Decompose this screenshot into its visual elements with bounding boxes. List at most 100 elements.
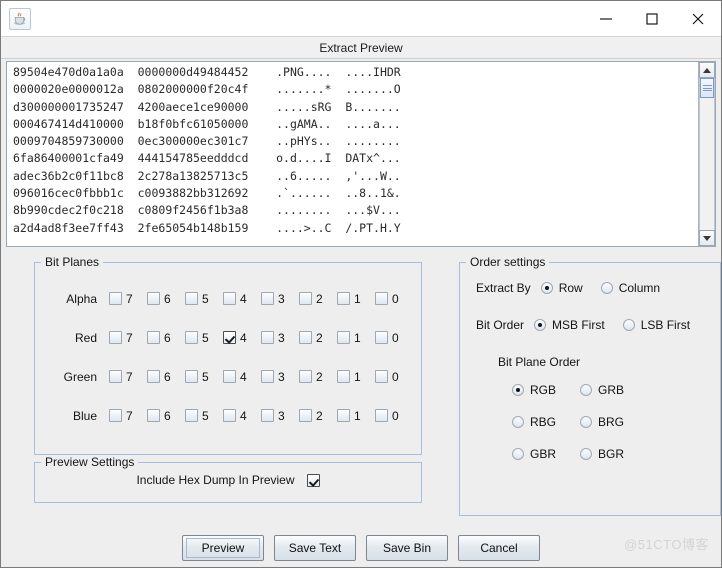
- checkbox-alpha-bit-2[interactable]: [299, 292, 312, 305]
- minimize-button[interactable]: [583, 2, 629, 36]
- bit-plane-order-option-gbr[interactable]: GBR: [512, 447, 580, 461]
- checkbox-red-bit-3[interactable]: [261, 331, 274, 344]
- checkbox-green-bit-3[interactable]: [261, 370, 274, 383]
- bit-number-label: 4: [240, 408, 247, 423]
- bit-plane-order-option-grb[interactable]: GRB: [580, 383, 648, 397]
- bit-plane-channel-label: Red: [74, 330, 97, 345]
- checkbox-red-bit-1[interactable]: [337, 331, 350, 344]
- left-settings-column: Bit Planes Alpha 7 6 5 4 3 2 1 0 Red 7 6 5 4 3 2 1 0 Green…: [34, 255, 422, 521]
- hex-dump-line: 6fa86400001cfa49 444154785eedddcd o.d...…: [13, 151, 401, 166]
- bit-order-option-lsb-first[interactable]: LSB First: [622, 318, 691, 332]
- checkbox-blue-bit-0[interactable]: [375, 409, 388, 422]
- bit-number-label: 4: [240, 330, 247, 345]
- hex-dump-scrollbar[interactable]: [698, 62, 715, 246]
- bit-cell: 5: [185, 331, 223, 345]
- bit-plane-order-option-rbg[interactable]: RBG: [512, 415, 580, 429]
- checkbox-red-bit-0[interactable]: [375, 331, 388, 344]
- scrollbar-thumb[interactable]: [700, 78, 714, 98]
- checkbox-green-bit-1[interactable]: [337, 370, 350, 383]
- radio-icon[interactable]: [512, 416, 524, 428]
- hex-dump-line: 0000020e0000012a 0802000000f20c4f ......…: [13, 82, 401, 97]
- bit-number-label: 6: [164, 369, 171, 384]
- checkbox-green-bit-2[interactable]: [299, 370, 312, 383]
- button-label: Cancel: [480, 541, 518, 555]
- button-label: Save Bin: [382, 541, 432, 555]
- radio-label: BRG: [598, 415, 625, 429]
- bit-plane-order-option-bgr[interactable]: BGR: [580, 447, 648, 461]
- bit-cell: 7: [109, 370, 147, 384]
- bit-planes-legend: Bit Planes: [45, 255, 100, 269]
- cancel-button[interactable]: Cancel: [458, 535, 540, 561]
- checkbox-alpha-bit-3[interactable]: [261, 292, 274, 305]
- button-label: Preview: [201, 541, 245, 555]
- checkbox-red-bit-5[interactable]: [185, 331, 198, 344]
- radio-icon[interactable]: [622, 319, 635, 331]
- bit-cell: 3: [261, 409, 299, 423]
- bit-plane-order-option-rgb[interactable]: RGB: [512, 383, 580, 397]
- radio-icon[interactable]: [580, 384, 592, 396]
- bit-cell: 6: [147, 331, 185, 345]
- bit-plane-channel-label: Alpha: [66, 291, 97, 306]
- extract-by-option-row[interactable]: Row: [540, 281, 583, 295]
- bit-number-label: 2: [316, 291, 323, 306]
- checkbox-blue-bit-5[interactable]: [185, 409, 198, 422]
- include-hex-dump-checkbox[interactable]: [306, 473, 320, 487]
- radio-label: LSB First: [640, 318, 691, 332]
- radio-icon[interactable]: [540, 282, 553, 294]
- checkbox-green-bit-7[interactable]: [109, 370, 122, 383]
- save-bin-button[interactable]: Save Bin: [366, 535, 448, 561]
- extract-by-option-column[interactable]: Column: [600, 281, 661, 295]
- include-hex-dump-label: Include Hex Dump In Preview: [136, 473, 295, 487]
- checkbox-blue-bit-3[interactable]: [261, 409, 274, 422]
- checkbox-blue-bit-7[interactable]: [109, 409, 122, 422]
- checkbox-red-bit-4[interactable]: [223, 331, 236, 344]
- bit-cell: 0: [375, 292, 413, 306]
- checkbox-red-bit-6[interactable]: [147, 331, 160, 344]
- java-coffee-cup-icon: [9, 7, 31, 30]
- checkbox-alpha-bit-4[interactable]: [223, 292, 236, 305]
- order-settings-legend: Order settings: [470, 255, 546, 269]
- radio-icon[interactable]: [512, 448, 524, 460]
- checkbox-red-bit-2[interactable]: [299, 331, 312, 344]
- hex-dump-text[interactable]: 89504e470d0a1a0a 0000000d49484452 .PNG..…: [7, 62, 698, 246]
- checkbox-blue-bit-1[interactable]: [337, 409, 350, 422]
- radio-icon[interactable]: [580, 448, 592, 460]
- scrollbar-track[interactable]: [699, 78, 715, 230]
- checkbox-blue-bit-2[interactable]: [299, 409, 312, 422]
- radio-icon[interactable]: [534, 319, 547, 331]
- button-label: Save Text: [288, 541, 342, 555]
- checkbox-blue-bit-6[interactable]: [147, 409, 160, 422]
- checkbox-green-bit-5[interactable]: [185, 370, 198, 383]
- bit-order-row: Bit Order MSB First LSB First: [476, 318, 720, 332]
- dialog-button-bar: Preview Save Text Save Bin Cancel: [1, 535, 721, 561]
- bit-number-label: 1: [354, 330, 361, 345]
- checkbox-green-bit-4[interactable]: [223, 370, 236, 383]
- checkbox-blue-bit-4[interactable]: [223, 409, 236, 422]
- radio-icon[interactable]: [600, 282, 613, 294]
- checkbox-alpha-bit-7[interactable]: [109, 292, 122, 305]
- bit-order-option-msb-first[interactable]: MSB First: [534, 318, 605, 332]
- radio-icon[interactable]: [580, 416, 592, 428]
- checkbox-alpha-bit-5[interactable]: [185, 292, 198, 305]
- radio-icon[interactable]: [512, 384, 524, 396]
- checkbox-green-bit-6[interactable]: [147, 370, 160, 383]
- radio-label: RGB: [530, 383, 557, 397]
- maximize-button[interactable]: [629, 2, 675, 36]
- checkbox-red-bit-7[interactable]: [109, 331, 122, 344]
- bit-plane-row-red: Red 7 6 5 4 3 2 1 0: [35, 318, 413, 357]
- include-hex-dump-row: Include Hex Dump In Preview: [35, 469, 421, 487]
- preview-button[interactable]: Preview: [182, 535, 264, 561]
- checkbox-alpha-bit-1[interactable]: [337, 292, 350, 305]
- close-button[interactable]: [675, 2, 721, 36]
- hex-dump-line: a2d4ad8f3ee7ff43 2fe65054b148b159 ....>.…: [13, 220, 401, 235]
- scroll-down-arrow-icon[interactable]: [699, 230, 715, 246]
- checkbox-alpha-bit-0[interactable]: [375, 292, 388, 305]
- hex-dump-line: 8b990cdec2f0c218 c0809f2456f1b3a8 ......…: [13, 203, 401, 218]
- bit-plane-order-option-brg[interactable]: BRG: [580, 415, 648, 429]
- scroll-up-arrow-icon[interactable]: [699, 62, 715, 78]
- checkbox-green-bit-0[interactable]: [375, 370, 388, 383]
- save-text-button[interactable]: Save Text: [274, 535, 356, 561]
- radio-label: Column: [618, 281, 661, 295]
- bit-cell: 4: [223, 370, 261, 384]
- checkbox-alpha-bit-6[interactable]: [147, 292, 160, 305]
